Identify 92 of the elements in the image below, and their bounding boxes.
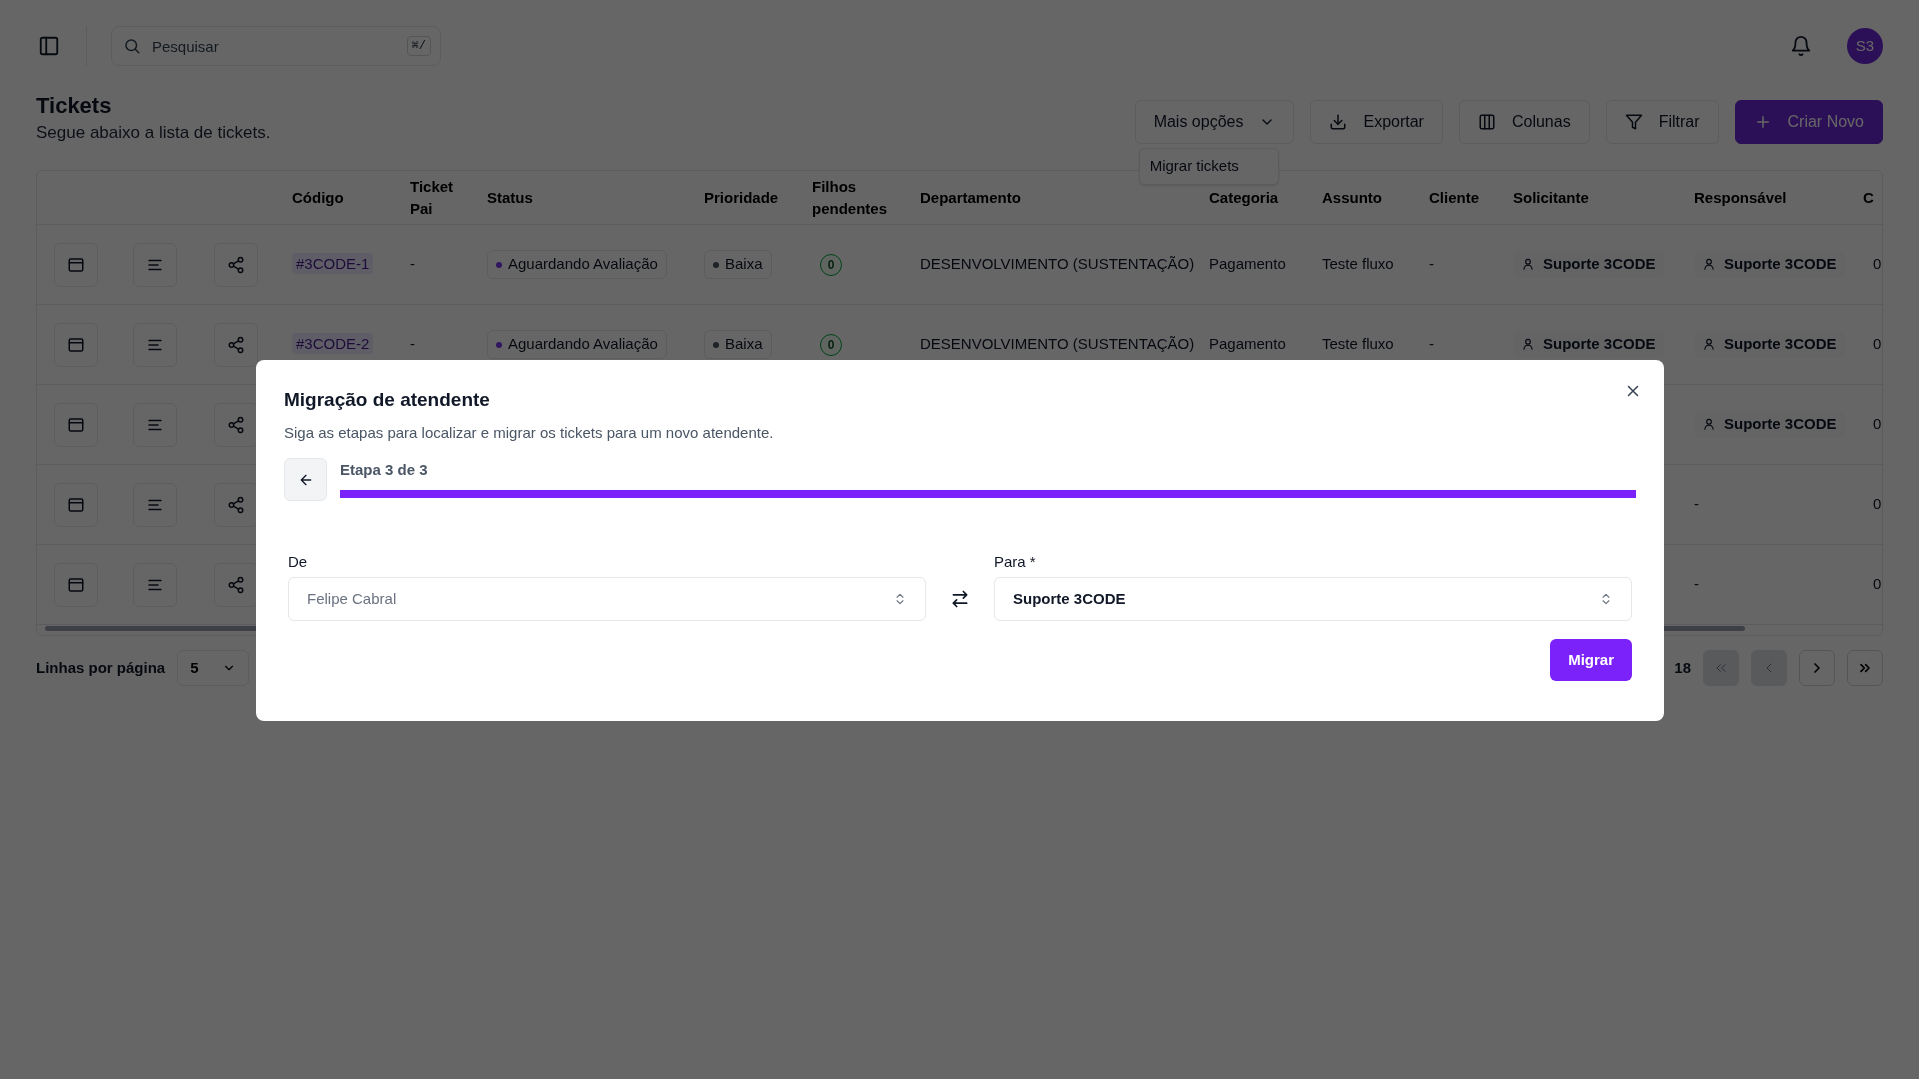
priority-badge: Baixa — [704, 330, 772, 359]
ticket-code-badge[interactable]: #3CODE-1 — [292, 253, 374, 275]
back-button[interactable] — [284, 458, 327, 502]
open-button[interactable] — [54, 562, 98, 607]
window-icon — [67, 495, 85, 514]
window-icon — [67, 575, 85, 594]
download-icon — [1329, 113, 1348, 131]
swap-arrows-icon — [950, 588, 970, 609]
table-cell: Pagamento — [1209, 255, 1286, 273]
details-button[interactable] — [133, 402, 177, 447]
column-header[interactable]: Código — [276, 186, 394, 209]
details-button[interactable] — [133, 562, 177, 607]
table-cell: - — [1694, 575, 1699, 593]
next-page-button[interactable] — [1799, 650, 1835, 686]
share-icon — [226, 495, 245, 514]
table-cell: - — [410, 255, 415, 273]
open-button[interactable] — [54, 482, 98, 527]
user-icon — [1521, 337, 1535, 352]
pending-count-badge: 0 — [820, 334, 842, 356]
filter-icon — [1624, 113, 1643, 131]
column-header[interactable]: Assunto — [1306, 186, 1413, 209]
dialog-title: Migração de atendente — [284, 388, 491, 412]
more-options-button[interactable]: Mais opções — [1134, 100, 1295, 144]
table-cell: DESENVOLVIMENTO (SUSTENTAÇÃO) — [920, 255, 1195, 273]
column-header[interactable]: Prioridade — [688, 186, 796, 209]
user-select[interactable]: Suporte 3CODE — [994, 576, 1632, 621]
table-cell: 0 — [1873, 415, 1882, 433]
window-icon — [67, 255, 85, 274]
table-cell: - — [1694, 495, 1699, 513]
priority-badge: Baixa — [704, 250, 772, 279]
table-cell: Teste fluxo — [1322, 335, 1394, 353]
user-icon — [1702, 337, 1716, 352]
column-header[interactable]: Responsável — [1678, 186, 1857, 209]
dialog-description: Siga as etapas para localizar e migrar os tickets para um novo atendente. — [284, 422, 775, 443]
details-button[interactable] — [133, 242, 177, 287]
bell-icon — [1790, 35, 1812, 57]
status-badge: Aguardando Avaliação — [487, 250, 667, 279]
pending-count-badge: 0 — [820, 254, 842, 276]
column-header[interactable]: Ticket Pai — [394, 175, 471, 220]
ticket-code-badge[interactable]: #3CODE-2 — [292, 333, 374, 355]
user-icon — [1521, 257, 1535, 272]
share-icon — [226, 335, 245, 354]
column-header[interactable]: Departamento — [904, 186, 1193, 209]
window-icon — [67, 415, 85, 434]
table-cell: 0 — [1873, 255, 1882, 273]
column-header[interactable]: Solicitante — [1497, 186, 1678, 209]
shortcut-hint: ⌘/ — [406, 36, 431, 56]
column-header[interactable]: Status — [471, 186, 688, 209]
create-button[interactable]: Criar Novo — [1734, 100, 1883, 144]
table-cell: 0 — [1873, 575, 1882, 593]
column-header[interactable]: Filhos pendentes — [796, 175, 904, 220]
user-icon — [1702, 257, 1716, 272]
user-icon — [1702, 417, 1716, 432]
table-cell: Pagamento — [1209, 335, 1286, 353]
columns-button[interactable]: Colunas — [1458, 100, 1590, 144]
table-cell: 0 — [1873, 495, 1882, 513]
column-header[interactable]: C — [1857, 186, 1882, 209]
share-icon — [226, 415, 245, 434]
share-icon — [226, 255, 245, 274]
open-button[interactable] — [54, 322, 98, 367]
page-title: Tickets — [36, 92, 113, 120]
field-label: Para * — [994, 552, 1037, 573]
table-cell: 0 — [1873, 335, 1882, 353]
table-cell: - — [1429, 255, 1434, 273]
migrate-button[interactable]: Migrar — [1550, 638, 1632, 681]
table-cell: DESENVOLVIMENTO (SUSTENTAÇÃO) — [920, 335, 1195, 353]
share-icon — [226, 575, 245, 594]
window-icon — [67, 335, 85, 354]
last-page-button[interactable] — [1847, 650, 1883, 686]
rows-per-page-select[interactable]: 5 — [177, 650, 250, 686]
table-cell: - — [410, 335, 415, 353]
table-cell: - — [1429, 335, 1434, 353]
open-button[interactable] — [54, 242, 98, 287]
page-subtitle: Segue abaixo a lista de tickets. — [36, 121, 271, 144]
user-avatar[interactable]: S3 — [1847, 28, 1883, 64]
table-cell: Teste fluxo — [1322, 255, 1394, 273]
step-label: Etapa 3 de 3 — [340, 460, 429, 481]
columns-icon — [1477, 113, 1496, 131]
column-header[interactable]: Categoria — [1193, 186, 1306, 209]
rows-per-page-label: Linhas por página — [36, 657, 166, 678]
open-button[interactable] — [54, 402, 98, 447]
field-label: De — [288, 552, 309, 573]
details-button[interactable] — [133, 482, 177, 527]
details-button[interactable] — [133, 322, 177, 367]
search-icon — [123, 37, 141, 55]
status-badge: Aguardando Avaliação — [487, 330, 667, 359]
filter-button[interactable]: Filtrar — [1605, 100, 1719, 144]
sidebar-toggle-icon — [38, 35, 60, 57]
export-button[interactable]: Exportar — [1310, 100, 1443, 144]
menu-item[interactable]: Migrar tickets — [1141, 151, 1276, 182]
column-header[interactable]: Cliente — [1413, 186, 1497, 209]
page-info: 18 — [1674, 657, 1691, 678]
